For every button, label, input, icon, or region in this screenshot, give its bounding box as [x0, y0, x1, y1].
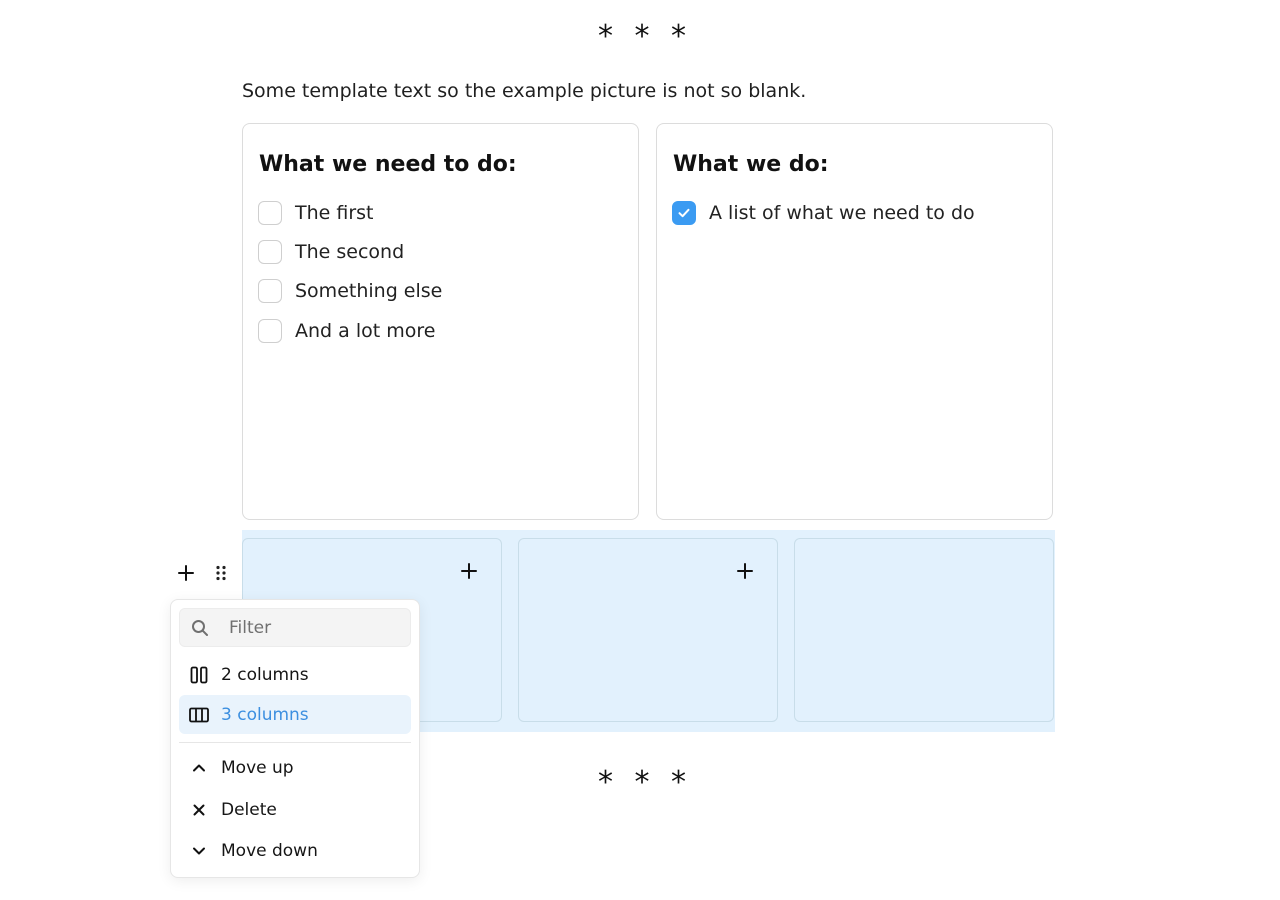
close-icon — [189, 800, 209, 820]
column[interactable] — [794, 538, 1054, 722]
editor-page: * * * Some template text so the example … — [0, 0, 1280, 900]
checkbox-checked[interactable] — [672, 200, 696, 225]
delimiter-bottom: * * * — [597, 765, 693, 800]
three-columns-icon — [189, 705, 209, 725]
column-add-button[interactable] — [735, 561, 755, 581]
delimiter-top: * * * — [597, 19, 693, 54]
menu-divider — [179, 742, 411, 743]
done-card-title[interactable]: What we do: — [673, 151, 829, 179]
plus-icon — [461, 563, 477, 579]
menu-item-label: Delete — [221, 799, 277, 820]
checklist-item-label[interactable]: And a lot more — [295, 319, 435, 343]
todo-card: What we need to do: The first The second… — [242, 123, 639, 520]
two-columns-icon — [189, 665, 209, 685]
checklist-item-label[interactable]: The second — [295, 240, 404, 264]
column-add-button[interactable] — [459, 561, 479, 581]
done-card: What we do: A list of what we need to do — [656, 123, 1053, 520]
todo-checklist: The first The second Something else And … — [258, 193, 442, 350]
checklist-item-label[interactable]: Something else — [295, 279, 442, 303]
filter-field[interactable] — [179, 608, 411, 647]
checklist-item: And a lot more — [258, 311, 442, 350]
add-block-button[interactable] — [175, 562, 197, 584]
block-settings-popover: 2 columns 3 columns Move up — [170, 599, 420, 878]
checkbox[interactable] — [258, 239, 282, 264]
menu-item-3-columns[interactable]: 3 columns — [179, 695, 411, 734]
drag-handle-icon — [216, 565, 226, 581]
checklist-item: The second — [258, 232, 442, 271]
chevron-down-icon — [189, 841, 209, 861]
search-icon — [190, 618, 210, 638]
checkmark-icon — [678, 208, 690, 217]
block-settings-button[interactable] — [210, 562, 232, 584]
intro-paragraph[interactable]: Some template text so the example pictur… — [242, 79, 806, 103]
menu-item-label: 3 columns — [221, 704, 309, 725]
checkbox[interactable] — [258, 279, 282, 304]
filter-input[interactable] — [227, 616, 401, 639]
plus-icon — [737, 563, 753, 579]
done-checklist: A list of what we need to do — [672, 193, 975, 232]
menu-item-2-columns[interactable]: 2 columns — [179, 655, 411, 694]
menu-item-move-down[interactable]: Move down — [179, 831, 411, 870]
checklist-item-label[interactable]: The first — [295, 201, 374, 225]
checklist-item-label[interactable]: A list of what we need to do — [709, 201, 975, 225]
plus-icon — [178, 565, 194, 581]
checkbox[interactable] — [258, 318, 282, 343]
checkbox[interactable] — [258, 200, 282, 225]
menu-item-label: Move down — [221, 840, 318, 861]
checklist-item: The first — [258, 193, 442, 232]
column[interactable] — [518, 538, 778, 722]
checklist-item: A list of what we need to do — [672, 193, 975, 232]
todo-card-title[interactable]: What we need to do: — [259, 151, 517, 179]
menu-item-label: 2 columns — [221, 664, 309, 685]
checklist-item: Something else — [258, 272, 442, 311]
